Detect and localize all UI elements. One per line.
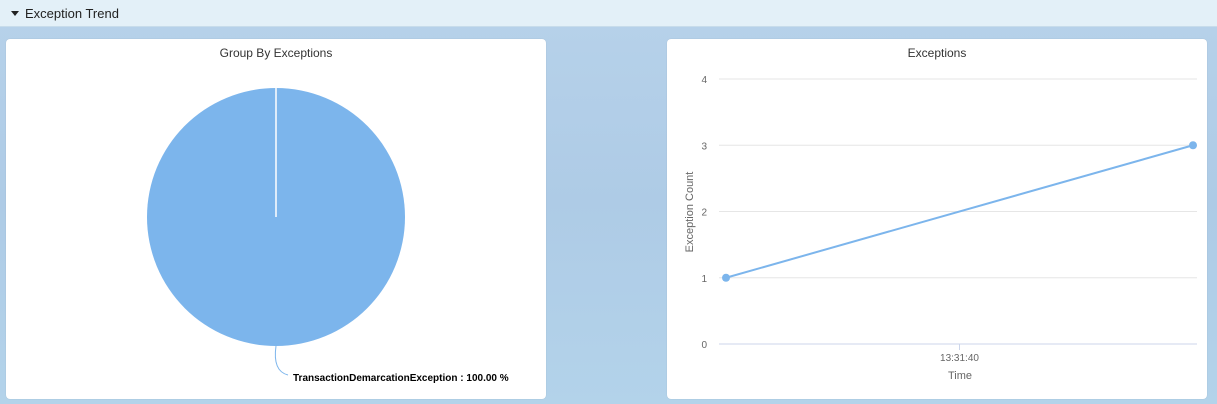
caret-down-icon [11,11,19,16]
x-tick-label: 13:31:40 [940,353,979,364]
data-point[interactable] [1189,141,1197,150]
pie-chart-title: Group By Exceptions [220,46,333,60]
y-tick-label: 1 [701,274,707,285]
y-tick-label: 4 [701,75,707,86]
section-title: Exception Trend [25,5,119,21]
x-axis-label: Time [948,370,972,382]
section-header-exception-trend[interactable]: Exception Trend [0,0,1217,27]
y-tick-label: 2 [701,208,707,219]
line-chart-panel: Exceptions 0 1 2 3 4 13:31:40 Exception Coun… [667,39,1207,399]
pie-label-connector [274,345,289,376]
line-chart: Exceptions 0 1 2 3 4 13:31:40 Exception Coun… [684,46,1197,382]
pie-chart-panel: Group By Exceptions TransactionDemarcati… [6,39,546,399]
pie-chart: Group By Exceptions TransactionDemarcati… [147,46,509,384]
line-chart-title: Exceptions [908,46,967,60]
data-point[interactable] [722,273,730,282]
y-tick-label: 3 [701,141,707,152]
y-tick-label: 0 [701,340,707,351]
pie-slice-label: TransactionDemarcationException : 100.00… [293,373,509,384]
y-axis-label: Exception Count [684,172,696,253]
